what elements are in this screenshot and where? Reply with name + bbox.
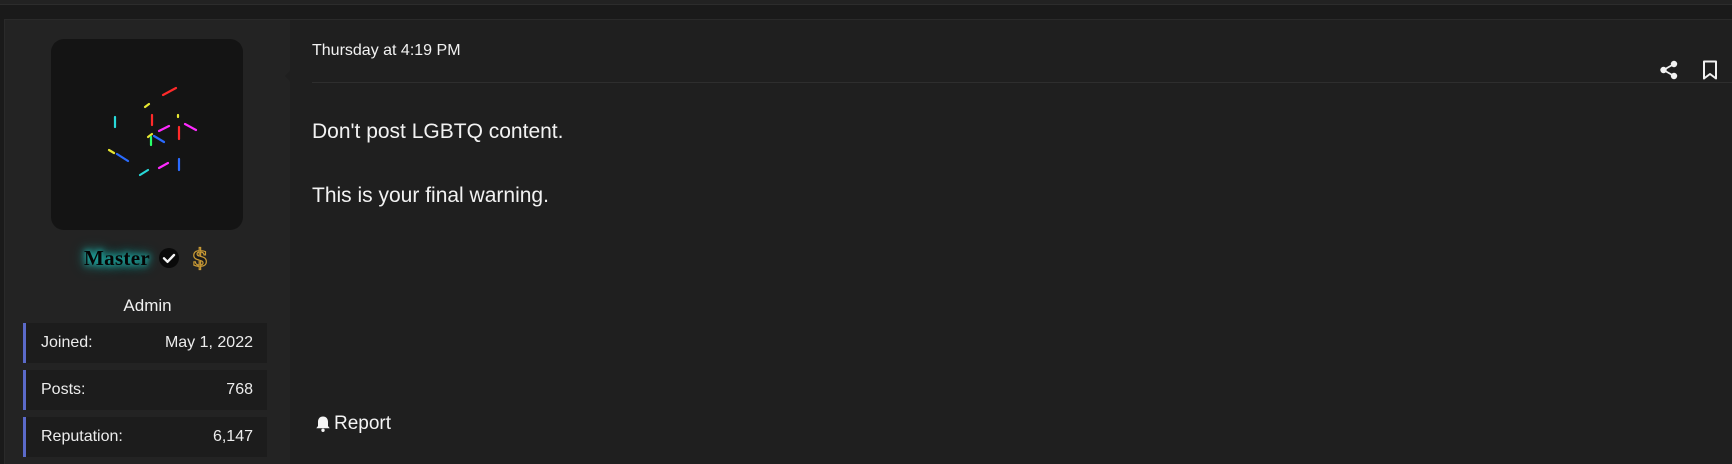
stat-label: Posts: <box>41 381 86 398</box>
share-icon[interactable] <box>1658 59 1680 81</box>
stat-value: May 1, 2022 <box>164 334 253 351</box>
report-button[interactable]: Report <box>314 413 391 435</box>
stat-reputation: Reputation: 6,147 <box>23 417 267 457</box>
post-container: Master $ Admin Joined: May 1, 2022 Posts:… <box>4 19 1732 464</box>
post-meta: Thursday at 4:19 PM #2 <box>312 42 1732 82</box>
message-line: Don't post LGBTQ content. <box>312 120 564 143</box>
stat-label: Joined: <box>41 334 93 351</box>
stat-joined: Joined: May 1, 2022 <box>23 323 267 363</box>
bell-icon <box>316 416 330 432</box>
stat-value: 768 <box>226 381 253 398</box>
stat-value: 6,147 <box>212 428 253 445</box>
dollar-coin-icon: $ <box>189 242 211 272</box>
page: Master $ Admin Joined: May 1, 2022 Posts:… <box>0 0 1732 464</box>
stat-posts: Posts: 768 <box>23 370 267 410</box>
message-body: Don't post LGBTQ content. This is your f… <box>312 115 563 212</box>
avatar[interactable] <box>51 39 243 230</box>
stat-label: Reputation: <box>41 428 123 445</box>
bookmark-icon[interactable] <box>1699 59 1721 81</box>
post-content: Thursday at 4:19 PM #2 <box>290 20 1732 464</box>
meta-divider <box>312 82 1732 83</box>
top-strip <box>0 0 1732 5</box>
verified-check-icon <box>158 247 180 269</box>
message-line: This is your final warning. <box>312 184 549 207</box>
post-timestamp[interactable]: Thursday at 4:19 PM <box>312 42 461 60</box>
report-label: Report <box>334 413 392 434</box>
glitch-line-art-avatar-icon <box>107 86 198 177</box>
user-role: Admin <box>123 296 172 315</box>
username[interactable]: Master <box>84 246 150 271</box>
svg-text:$: $ <box>192 245 209 271</box>
username-row: Master $ <box>5 242 290 272</box>
user-panel: Master $ Admin Joined: May 1, 2022 Posts:… <box>5 20 296 464</box>
